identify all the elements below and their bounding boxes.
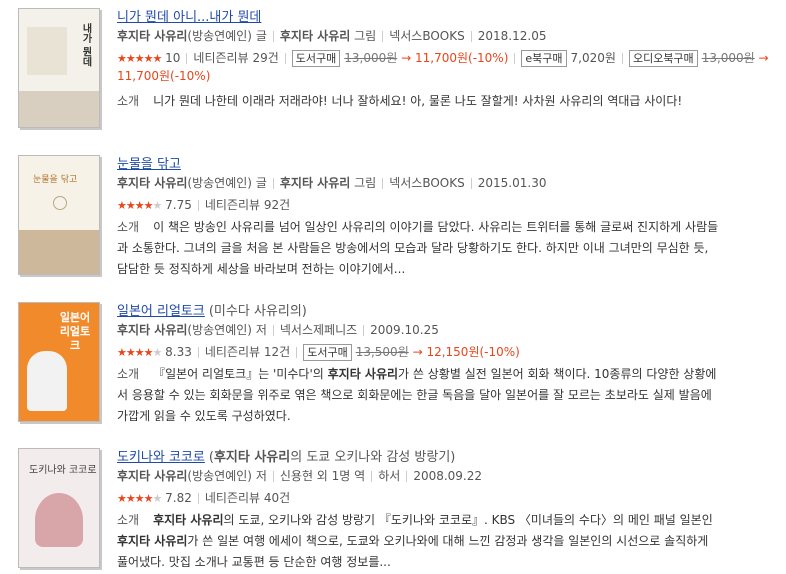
book-title-link[interactable]: 일본어 리얼토크 (117, 304, 205, 319)
book-subtitle: (후지타 사유리의 도쿄 오키나와 감성 방랑기) (208, 450, 456, 465)
publisher[interactable]: 넥서스제페니즈 (280, 323, 357, 337)
illustrator-name[interactable]: 후지타 사유리 (280, 176, 350, 190)
author-line: 후지타 사유리(방송연예인) 저 넥서스제페니즈 2009.10.25 (117, 323, 439, 337)
audio-sale-price: 11,700원(-10%) (117, 69, 211, 83)
book-title-link[interactable]: 니가 뭔데 아니...내가 뭔데 (117, 10, 261, 25)
buy-audiobook-button[interactable]: 오디오북구매 (628, 50, 698, 67)
audio-sale-line: 11,700원(-10%) (117, 67, 777, 85)
cover-photo (19, 230, 99, 274)
author-name[interactable]: 후지타 사유리 (117, 29, 187, 43)
pub-date: 2015.01.30 (477, 176, 547, 190)
pub-date: 2008.09.22 (413, 469, 483, 483)
rating-value: 7.75 (165, 198, 192, 212)
cover-title: 눈물을 닦고 (33, 175, 78, 185)
translator-name[interactable]: 신용현 외 1명 (280, 469, 350, 483)
book-cover[interactable]: 도키나와 코코로 (18, 448, 100, 568)
pub-date: 2009.10.25 (370, 323, 439, 337)
book-cover[interactable]: 눈물을 닦고 (18, 155, 100, 275)
book-subtitle: (미수다 사유리의) (208, 304, 307, 319)
rating-line: ★★★★★ 10 네티즌리뷰 29건 도서구매 13,000원 → 11,700원(-… (117, 50, 769, 67)
review-count[interactable]: 12건 (264, 345, 290, 359)
author-line: 후지타 사유리(방송연예인) 글 후지타 사유리 그림 넥서스BOOKS 2015.0… (117, 176, 547, 190)
buy-ebook-button[interactable]: e북구매 (521, 50, 567, 67)
book-info: 눈물을 닦고 후지타 사유리(방송연예인) 글 후지타 사유리 그림 넥서스BOOK… (117, 153, 777, 280)
book-description: 소개 『일본어 리얼토크』는 '미수다'의 후지타 사유리가 쓴 상황별 실전 일… (117, 367, 717, 423)
star-rating: ★★★★★ (117, 492, 162, 505)
author-line: 후지타 사유리(방송연예인) 저 신용현 외 1명 역 하서 2008.09.22 (117, 469, 483, 483)
author-name[interactable]: 후지타 사유리 (117, 469, 187, 483)
illustrator-name[interactable]: 후지타 사유리 (280, 29, 350, 43)
cover-title: 일본어 리얼토크 (59, 311, 91, 352)
book-info: 일본어 리얼토크 (미수다 사유리의) 후지타 사유리(방송연예인) 저 넥서스제페… (117, 300, 777, 427)
book-title-link[interactable]: 도키나와 코코로 (117, 450, 205, 465)
review-count[interactable]: 29건 (252, 51, 278, 65)
author-name[interactable]: 후지타 사유리 (117, 323, 187, 337)
review-count[interactable]: 92건 (264, 198, 290, 212)
cover-title: 내가 뭔데 (80, 23, 91, 67)
cover-illustration (27, 351, 67, 411)
book-description: 소개 후지타 사유리의 도쿄, 오키나와 감성 방랑기 『도키나와 코코로』. K… (117, 513, 713, 569)
cover-title: 도키나와 코코로 (29, 465, 97, 476)
rating-line: ★★★★★ 8.33 네티즌리뷰 12건 도서구매 13,500원 → 12,150원… (117, 344, 520, 361)
rating-value: 10 (165, 51, 181, 65)
book-title-link[interactable]: 눈물을 닦고 (117, 157, 181, 172)
publisher[interactable]: 넥서스BOOKS (389, 176, 465, 190)
book-cover[interactable]: 내가 뭔데 (18, 8, 100, 128)
cover-illustration (53, 196, 67, 210)
author-line: 후지타 사유리(방송연예인) 글 후지타 사유리 그림 넥서스BOOKS 2018.1… (117, 29, 547, 43)
book-info: 도키나와 코코로 (후지타 사유리의 도쿄 오키나와 감성 방랑기) 후지타 사유… (117, 446, 777, 573)
cover-photo (19, 91, 99, 127)
book-cover[interactable]: 일본어 리얼토크 (18, 302, 100, 422)
sale-price: 11,700원(-10%) (415, 51, 509, 65)
rating-line: ★★★★★ 7.75 네티즌리뷰 92건 (117, 198, 291, 212)
rating-line: ★★★★★ 7.82 네티즌리뷰 40건 (117, 491, 291, 505)
book-info: 니가 뭔데 아니...내가 뭔데 후지타 사유리(방송연예인) 글 후지타 사유리… (117, 6, 777, 112)
pub-date: 2018.12.05 (477, 29, 547, 43)
buy-book-button[interactable]: 도서구매 (303, 344, 352, 361)
author-name[interactable]: 후지타 사유리 (117, 176, 187, 190)
star-rating: ★★★★★ (117, 52, 162, 65)
rating-value: 7.82 (165, 491, 192, 505)
publisher[interactable]: 넥서스BOOKS (389, 29, 465, 43)
buy-book-button[interactable]: 도서구매 (291, 50, 341, 67)
sale-price: 12,150원(-10%) (426, 345, 520, 359)
cover-illustration (35, 493, 83, 547)
cover-illustration (27, 27, 67, 75)
star-rating: ★★★★★ (117, 346, 162, 359)
rating-value: 8.33 (165, 345, 192, 359)
publisher[interactable]: 하서 (378, 469, 400, 483)
star-rating: ★★★★★ (117, 199, 162, 212)
book-description: 소개 니가 뭔데 나한테 이래라 저래라야! 너나 잘하세요! 아, 물론 나도 … (117, 94, 683, 108)
review-count[interactable]: 40건 (264, 491, 290, 505)
book-description: 소개 이 책은 방송인 사유리를 넘어 일상인 사유리의 이야기를 담았다. 사유… (117, 220, 719, 276)
